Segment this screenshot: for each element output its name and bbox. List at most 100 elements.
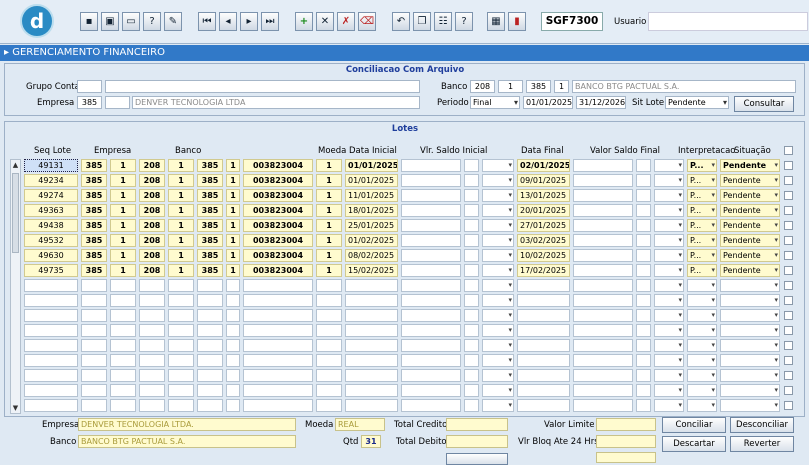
- vlr-saldo-inicial-cell[interactable]: [401, 174, 461, 187]
- banco-seq-cell[interactable]: [168, 309, 194, 322]
- banco-seq-cell[interactable]: [168, 369, 194, 382]
- row-checkbox[interactable]: [784, 341, 793, 350]
- saldo-final-select[interactable]: [654, 204, 684, 217]
- conta-cell[interactable]: [243, 354, 313, 367]
- moeda-cell[interactable]: [316, 324, 342, 337]
- banco-seq-cell[interactable]: [168, 294, 194, 307]
- empresa-seq-cell[interactable]: 1: [110, 249, 136, 262]
- banco-seq-cell[interactable]: 1: [168, 204, 194, 217]
- saldo-inicial-flag-cell[interactable]: [464, 174, 479, 187]
- data-final-cell[interactable]: 02/01/2025: [517, 159, 570, 172]
- seq-lote-cell[interactable]: [24, 279, 78, 292]
- saldo-final-flag-cell[interactable]: [636, 384, 651, 397]
- banco-agencia-cell[interactable]: 385: [197, 189, 223, 202]
- banco-digito-cell[interactable]: 1: [226, 189, 240, 202]
- moeda-cell[interactable]: [316, 339, 342, 352]
- banco-agencia-cell[interactable]: 385: [197, 249, 223, 262]
- banco-cell[interactable]: [139, 324, 165, 337]
- banco-digito-cell[interactable]: [226, 324, 240, 337]
- conta-cell[interactable]: 003823004: [243, 249, 313, 262]
- seq-lote-cell[interactable]: [24, 294, 78, 307]
- seq-lote-cell[interactable]: 49735: [24, 264, 78, 277]
- valor-saldo-final-cell[interactable]: [573, 354, 633, 367]
- empresa-code-input[interactable]: 385: [77, 96, 102, 109]
- row-checkbox[interactable]: [784, 251, 793, 260]
- saldo-inicial-flag-cell[interactable]: [464, 204, 479, 217]
- saldo-final-flag-cell[interactable]: [636, 339, 651, 352]
- saldo-final-flag-cell[interactable]: [636, 369, 651, 382]
- banco-cell[interactable]: 208: [139, 174, 165, 187]
- row-checkbox[interactable]: [784, 236, 793, 245]
- data-inicial-cell[interactable]: 15/02/2025: [345, 264, 398, 277]
- banco-cell[interactable]: 208: [139, 204, 165, 217]
- data-final-cell[interactable]: 20/01/2025: [517, 204, 570, 217]
- banco-seq-cell[interactable]: [168, 354, 194, 367]
- vlr-saldo-inicial-cell[interactable]: [401, 279, 461, 292]
- empresa-cell[interactable]: [81, 324, 107, 337]
- banco-agencia-cell[interactable]: [197, 339, 223, 352]
- saldo-final-flag-cell[interactable]: [636, 324, 651, 337]
- data-final-cell[interactable]: [517, 324, 570, 337]
- undo-icon[interactable]: ↶: [392, 12, 410, 31]
- scroll-up-icon[interactable]: ▲: [11, 161, 20, 169]
- saldo-inicial-flag-cell[interactable]: [464, 309, 479, 322]
- saldo-inicial-flag-cell[interactable]: [464, 279, 479, 292]
- vlr-saldo-inicial-cell[interactable]: [401, 234, 461, 247]
- saldo-inicial-flag-cell[interactable]: [464, 249, 479, 262]
- conciliar-button[interactable]: Conciliar: [662, 417, 726, 433]
- seq-lote-cell[interactable]: 49131: [24, 159, 78, 172]
- conta-cell[interactable]: 003823004: [243, 264, 313, 277]
- saldo-inicial-select[interactable]: [482, 174, 514, 187]
- empresa-name-input[interactable]: DENVER TECNOLOGIA LTDA: [132, 96, 420, 109]
- saldo-inicial-flag-cell[interactable]: [464, 324, 479, 337]
- saldo-final-select[interactable]: [654, 339, 684, 352]
- data-inicial-cell[interactable]: [345, 279, 398, 292]
- saldo-inicial-flag-cell[interactable]: [464, 234, 479, 247]
- banco-seq-cell[interactable]: 1: [168, 159, 194, 172]
- saldo-final-flag-cell[interactable]: [636, 249, 651, 262]
- seq-lote-cell[interactable]: [24, 309, 78, 322]
- banco-agencia-cell[interactable]: [197, 354, 223, 367]
- saldo-final-select[interactable]: [654, 399, 684, 412]
- saldo-final-select[interactable]: [654, 354, 684, 367]
- banco-seq-cell[interactable]: 1: [168, 189, 194, 202]
- data-final-cell[interactable]: 10/02/2025: [517, 249, 570, 262]
- banco-agencia-cell[interactable]: 385: [197, 219, 223, 232]
- saldo-final-select[interactable]: [654, 219, 684, 232]
- saldo-inicial-flag-cell[interactable]: [464, 159, 479, 172]
- grupo-conta-code-input[interactable]: [77, 80, 102, 93]
- banco-seq-cell[interactable]: 1: [168, 264, 194, 277]
- banco-seq-cell[interactable]: 1: [168, 219, 194, 232]
- descartar-button[interactable]: Descartar: [662, 436, 726, 452]
- valor-saldo-final-cell[interactable]: [573, 159, 633, 172]
- saldo-inicial-select[interactable]: [482, 399, 514, 412]
- data-inicial-cell[interactable]: [345, 294, 398, 307]
- saldo-inicial-select[interactable]: [482, 354, 514, 367]
- data-inicial-cell[interactable]: 08/02/2025: [345, 249, 398, 262]
- banco-cell[interactable]: 208: [139, 159, 165, 172]
- vlr-saldo-inicial-cell[interactable]: [401, 309, 461, 322]
- row-checkbox[interactable]: [784, 161, 793, 170]
- row-checkbox[interactable]: [784, 191, 793, 200]
- grupo-conta-name-input[interactable]: [105, 80, 420, 93]
- banco-agencia-cell[interactable]: [197, 324, 223, 337]
- empresa-seq-cell[interactable]: [110, 369, 136, 382]
- seq-lote-cell[interactable]: [24, 339, 78, 352]
- saldo-final-flag-cell[interactable]: [636, 174, 651, 187]
- banco-digito-cell[interactable]: 1: [226, 219, 240, 232]
- banco-agencia-cell[interactable]: 385: [197, 204, 223, 217]
- situacao-select[interactable]: [720, 369, 780, 382]
- conta-cell[interactable]: [243, 279, 313, 292]
- banco-cell[interactable]: 208: [139, 219, 165, 232]
- saldo-final-select[interactable]: [654, 159, 684, 172]
- conta-cell[interactable]: [243, 309, 313, 322]
- saldo-final-flag-cell[interactable]: [636, 279, 651, 292]
- saldo-inicial-select[interactable]: [482, 264, 514, 277]
- row-checkbox[interactable]: [784, 386, 793, 395]
- valor-saldo-final-cell[interactable]: [573, 219, 633, 232]
- interpretacao-select[interactable]: P...: [687, 174, 717, 187]
- saldo-final-flag-cell[interactable]: [636, 264, 651, 277]
- valor-saldo-final-cell[interactable]: [573, 234, 633, 247]
- valor-saldo-final-cell[interactable]: [573, 279, 633, 292]
- situacao-select[interactable]: [720, 294, 780, 307]
